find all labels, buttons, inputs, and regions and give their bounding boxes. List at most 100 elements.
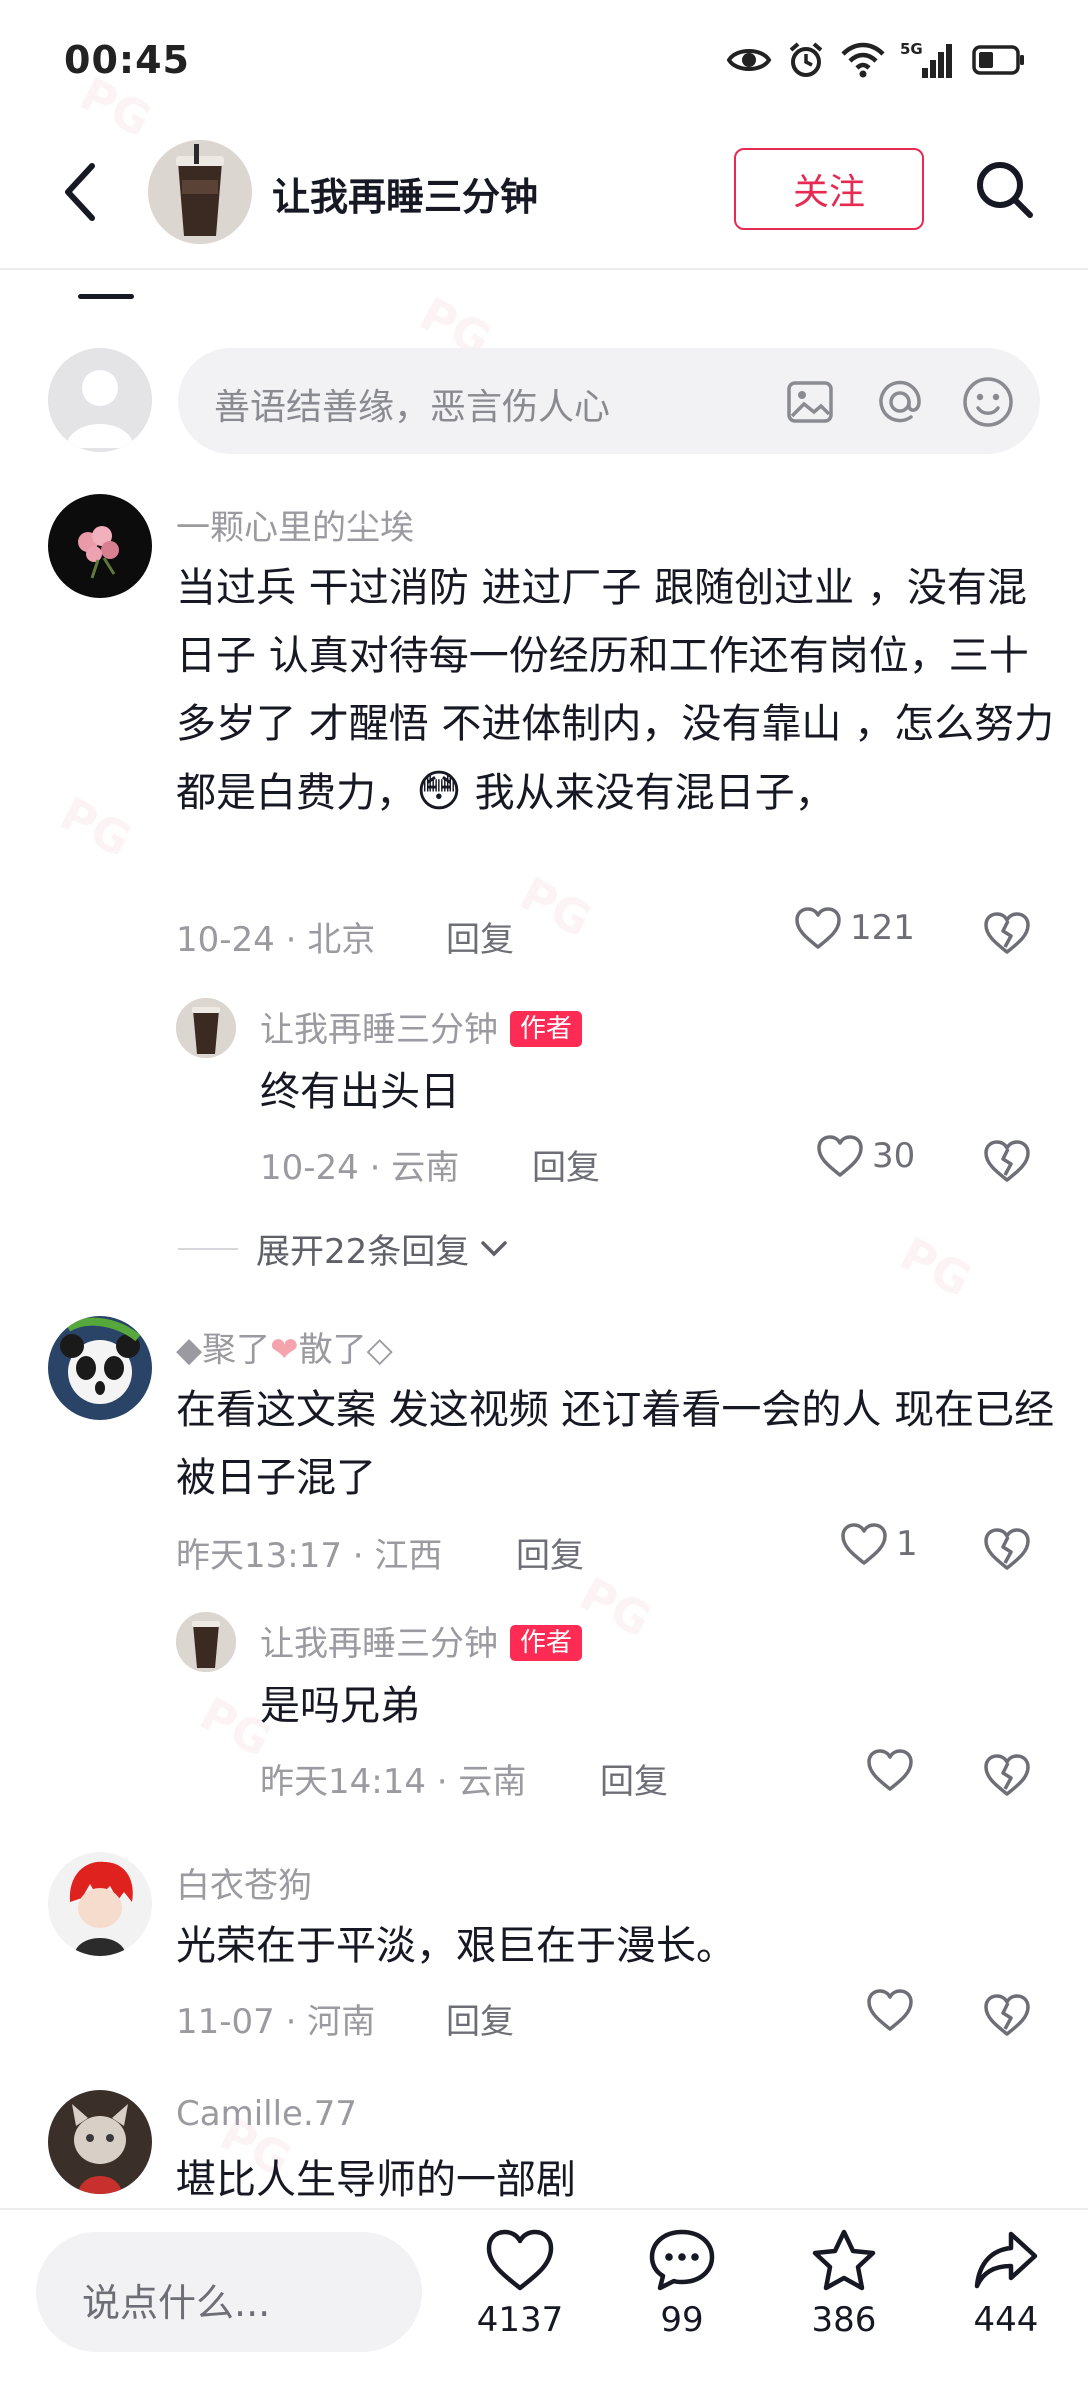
comment-icon	[649, 2229, 715, 2291]
reply-author-text: 让我再睡三分钟	[260, 1010, 498, 1050]
commenter-name[interactable]: Camille.77	[176, 2094, 357, 2134]
like-button[interactable]: 30	[816, 1134, 915, 1178]
reply-author-name[interactable]: 让我再睡三分钟 作者	[260, 1002, 583, 1051]
alarm-icon	[786, 40, 826, 80]
broken-heart-icon	[984, 912, 1030, 954]
reply-location: 云南	[391, 1148, 460, 1188]
reply-button[interactable]: 回复	[532, 1140, 600, 1189]
commenter-name[interactable]: 白衣苍狗	[176, 1858, 312, 1907]
bottom-comment-input[interactable]: 说点什么...	[36, 2232, 422, 2352]
comment-input[interactable]: 善语结善缘，恶言伤人心	[178, 348, 1040, 454]
like-button[interactable]	[866, 1988, 922, 2032]
comment-text-part: 我从来没有混日子，	[461, 770, 835, 816]
self-avatar	[48, 348, 152, 452]
reply-meta: 昨天14:14 · 云南	[260, 1762, 527, 1802]
expand-divider	[178, 1247, 238, 1250]
watermark: PG	[51, 786, 140, 868]
share-icon	[974, 2231, 1038, 2289]
reply-avatar[interactable]	[176, 1612, 236, 1672]
at-icon[interactable]	[872, 374, 928, 430]
commenter-avatar[interactable]	[48, 494, 152, 598]
reply-button[interactable]: 回复	[600, 1754, 668, 1803]
dislike-button[interactable]	[980, 1988, 1034, 2042]
reply-button[interactable]: 回复	[446, 912, 514, 961]
star-icon	[812, 2229, 876, 2291]
broken-heart-icon	[984, 1994, 1030, 2036]
expand-replies-button[interactable]: 展开22条回复	[178, 1224, 509, 1273]
reply-button[interactable]: 回复	[446, 1994, 514, 2043]
status-icons: 5G	[726, 40, 1026, 80]
chevron-down-icon	[481, 1240, 508, 1256]
like-count: 121	[850, 908, 915, 948]
comment-input-placeholder: 善语结善缘，恶言伤人心	[214, 387, 611, 428]
dislike-button[interactable]	[980, 1134, 1034, 1188]
commenter-name[interactable]: ◆聚了❤散了◇	[176, 1322, 393, 1371]
watermark: PG	[891, 1226, 980, 1308]
header: 让我再睡三分钟 关注	[0, 130, 1088, 270]
comment-video-button[interactable]: 99	[622, 2228, 742, 2388]
comment-location: 江西	[374, 1536, 443, 1576]
commenter-name[interactable]: 一颗心里的尘埃	[176, 500, 414, 549]
like-button[interactable]	[866, 1748, 922, 1792]
heart-outline-icon	[867, 1989, 913, 2031]
status-bar: 00:45 5G	[0, 0, 1088, 130]
broken-heart-icon	[984, 1140, 1030, 1182]
dislike-button[interactable]	[980, 906, 1034, 960]
like-video-button[interactable]: 4137	[460, 2228, 580, 2388]
comment-date: 昨天13:17	[176, 1536, 342, 1576]
watermark: PG	[571, 1566, 660, 1648]
like-count: 30	[872, 1136, 916, 1176]
heart-icon	[486, 2229, 554, 2291]
author-name[interactable]: 让我再睡三分钟	[272, 166, 538, 221]
share-video-button[interactable]: 444	[946, 2228, 1066, 2388]
search-button[interactable]	[970, 152, 1040, 228]
reply-button[interactable]: 回复	[516, 1528, 584, 1577]
comment-location: 河南	[307, 2002, 376, 2042]
comment-meta: 11-07 · 河南	[176, 2002, 376, 2042]
reply-text: 终有出头日	[260, 1069, 460, 1115]
comment-text: 光荣在于平淡，艰巨在于漫长。	[176, 1923, 736, 1969]
svg-text:5G: 5G	[900, 40, 923, 58]
author-badge: 作者	[510, 1011, 583, 1047]
emoji-icon[interactable]	[960, 374, 1016, 430]
header-divider	[0, 268, 1088, 270]
heart-emoji: ❤	[270, 1330, 299, 1370]
reply-avatar[interactable]	[176, 998, 236, 1058]
battery-icon	[972, 44, 1026, 76]
reply-text: 是吗兄弟	[260, 1683, 420, 1729]
reply-author-text: 让我再睡三分钟	[260, 1624, 498, 1664]
heart-outline-icon	[841, 1523, 887, 1565]
back-button[interactable]	[50, 152, 110, 232]
author-avatar[interactable]	[148, 140, 252, 244]
commenter-name-part: 散了◇	[298, 1330, 393, 1370]
chevron-left-icon	[65, 163, 95, 221]
video-favorite-count: 386	[811, 2300, 877, 2340]
comment-text: 堪比人生导师的一部剧	[176, 2157, 576, 2203]
broken-heart-icon	[984, 1528, 1030, 1570]
reply-author-name[interactable]: 让我再睡三分钟 作者	[260, 1616, 583, 1665]
status-time: 00:45	[64, 38, 190, 82]
commenter-name-part: ◆聚了	[176, 1330, 271, 1370]
favorite-video-button[interactable]: 386	[784, 2228, 904, 2388]
broken-heart-icon	[984, 1754, 1030, 1796]
like-button[interactable]: 1	[840, 1522, 918, 1566]
image-icon[interactable]	[782, 374, 838, 430]
comment-meta: 10-24 · 北京	[176, 920, 376, 960]
follow-button[interactable]: 关注	[734, 148, 924, 230]
comment-meta: 昨天13:17 · 江西	[176, 1536, 443, 1576]
commenter-avatar[interactable]	[48, 1852, 152, 1956]
expand-replies-label: 展开22条回复	[256, 1232, 470, 1272]
tab-indicator	[78, 294, 134, 299]
like-button[interactable]: 121	[794, 906, 915, 950]
comment-location: 北京	[307, 920, 376, 960]
reply-date: 10-24	[260, 1148, 359, 1188]
reply-location: 云南	[458, 1762, 527, 1802]
dislike-button[interactable]	[980, 1522, 1034, 1576]
video-like-count: 4137	[476, 2300, 564, 2340]
eye-icon	[726, 44, 772, 76]
comment-text: 在看这文案 发这视频 还订着看一会的人 现在已经被日子混了	[176, 1387, 1055, 1501]
commenter-avatar[interactable]	[48, 1316, 152, 1420]
wifi-icon	[840, 42, 886, 78]
dislike-button[interactable]	[980, 1748, 1034, 1802]
commenter-avatar[interactable]	[48, 2090, 152, 2194]
